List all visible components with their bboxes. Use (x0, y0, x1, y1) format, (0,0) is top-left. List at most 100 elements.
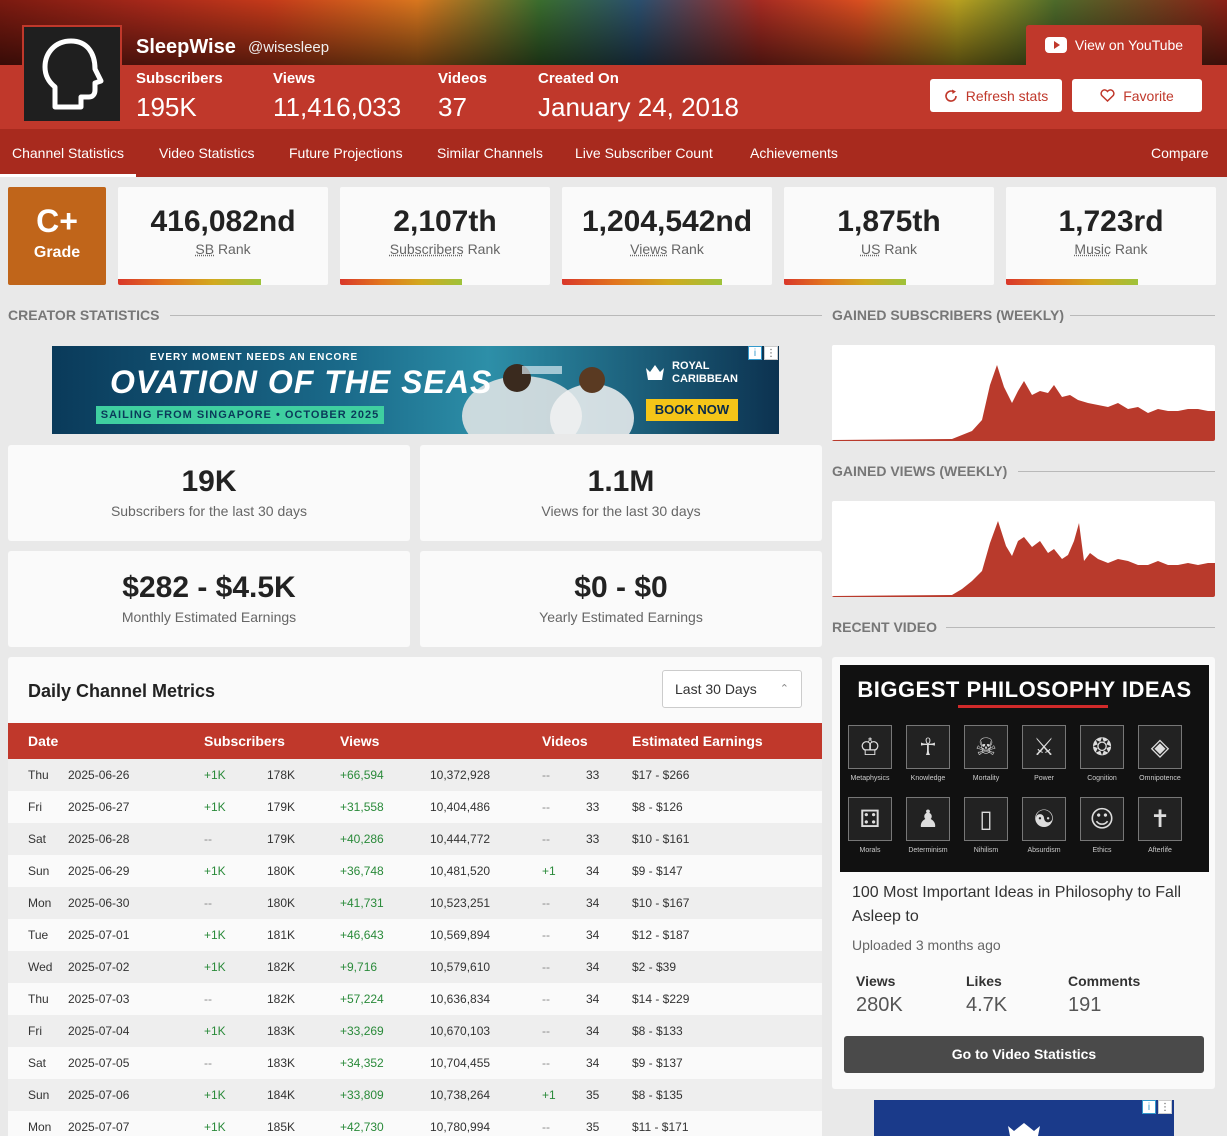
cell-videos: 33 (586, 768, 600, 782)
table-row: Sat 2025-06-28 -- 179K +40,286 10,444,772 -- 33… (8, 823, 822, 855)
video-title[interactable]: 100 Most Important Ideas in Philosophy t… (852, 881, 1192, 929)
rank-suffix: Rank (217, 241, 251, 257)
cell-earn: $17 - $266 (632, 768, 690, 782)
ad-info-icon[interactable]: i (748, 346, 762, 360)
grade-badge: C+ Grade (8, 187, 106, 285)
cell-vid-delta: -- (542, 1120, 550, 1134)
cell-date: 2025-06-28 (68, 832, 130, 846)
ad-brand: ROYAL CARIBBEAN (672, 360, 738, 385)
channel-nav: Channel Statistics Video Statistics Futu… (0, 129, 1227, 177)
rank-key[interactable]: Subscribers (390, 241, 464, 257)
rank-card-music: 1,723rd Music Rank (1006, 187, 1216, 285)
cell-videos: 35 (586, 1120, 600, 1134)
range-select[interactable]: Last 30 Days ⌃ (662, 670, 802, 708)
cell-view-delta: +36,748 (340, 864, 384, 878)
gained-subscribers-area (832, 365, 1215, 441)
cell-views: 10,523,251 (430, 896, 491, 910)
rank-key[interactable]: SB (195, 241, 214, 257)
rank-key[interactable]: US (861, 241, 880, 257)
rank-card-subscribers: 2,107th Subscribers Rank (340, 187, 550, 285)
col-estimated-earnings[interactable]: Estimated Earnings (632, 723, 763, 759)
tab-video-statistics[interactable]: Video Statistics (159, 129, 254, 177)
rank-value: 416,082nd (150, 205, 296, 238)
stat-box-views-30d: 1.1M Views for the last 30 days (420, 445, 822, 541)
tab-achievements[interactable]: Achievements (750, 129, 838, 177)
col-views[interactable]: Views (340, 723, 379, 759)
cell-sub-delta: +1K (204, 864, 226, 878)
rank-label: Subscribers Rank (340, 241, 550, 257)
stat-box-value: $282 - $4.5K (122, 571, 296, 604)
tab-channel-statistics[interactable]: Channel Statistics (0, 129, 137, 177)
philosophy-tile-icon: ◈ (1138, 725, 1182, 769)
rank-key[interactable]: Music (1074, 241, 1111, 257)
philosophy-tile-icon: ❂ (1080, 725, 1124, 769)
updown-chevron-icon: ⌃ (779, 683, 789, 695)
col-subscribers[interactable]: Subscribers (204, 723, 285, 759)
channel-handle: @wisesleep (248, 39, 330, 56)
thumbnail-title: BIGGEST PHILOSOPHY IDEAS (857, 677, 1192, 702)
philosophy-tile-icon: ☺ (1080, 797, 1124, 841)
advertisement-banner[interactable]: EVERY MOMENT NEEDS AN ENCORE OVATION OF … (52, 346, 779, 434)
ad-options-icon[interactable]: ⋮ (764, 346, 778, 360)
video-uploaded: Uploaded 3 months ago (852, 937, 1001, 953)
philosophy-tile-icon: ☠ (964, 725, 1008, 769)
table-row: Tue 2025-07-01 +1K 181K +46,643 10,569,894 -- 3… (8, 919, 822, 951)
cell-views: 10,738,264 (430, 1088, 491, 1102)
ad-options-icon[interactable]: ⋮ (1158, 1100, 1172, 1114)
rank-key[interactable]: Views (630, 241, 667, 257)
cell-subs: 185K (267, 1120, 296, 1134)
go-to-video-statistics-button[interactable]: Go to Video Statistics (844, 1036, 1204, 1073)
table-row: Fri 2025-06-27 +1K 179K +31,558 10,404,486 -- 3… (8, 791, 822, 823)
tab-future-projections[interactable]: Future Projections (289, 129, 403, 177)
cell-day: Mon (28, 896, 52, 910)
tab-similar-channels[interactable]: Similar Channels (437, 129, 543, 177)
tab-compare[interactable]: Compare (1151, 129, 1209, 177)
channel-avatar[interactable] (22, 25, 122, 123)
cell-subs: 182K (267, 960, 296, 974)
video-thumbnail[interactable]: BIGGEST PHILOSOPHY IDEAS ♔ Metaphysics ☥ Kn… (840, 665, 1209, 872)
cell-view-delta: +9,716 (340, 960, 378, 974)
cell-views: 10,481,520 (430, 864, 491, 878)
col-videos[interactable]: Videos (542, 723, 588, 759)
crown-anchor-icon (1008, 1123, 1040, 1136)
cell-vid-delta: -- (542, 832, 550, 846)
cell-date: 2025-07-07 (68, 1120, 130, 1134)
rank-progress-bar (1006, 279, 1139, 285)
cell-videos: 34 (586, 864, 600, 878)
col-date[interactable]: Date (28, 723, 58, 759)
cell-day: Sun (28, 864, 50, 878)
video-comments-label: Comments (1068, 973, 1141, 989)
cell-day: Sat (28, 832, 47, 846)
philosophy-tile-icon: ☯ (1022, 797, 1066, 841)
philosophy-tile-caption: Absurdism (1027, 847, 1061, 854)
philosophy-tile-caption: Omnipotence (1139, 775, 1181, 782)
cell-subs: 182K (267, 992, 296, 1006)
cell-vid-delta: -- (542, 992, 550, 1006)
table-row: Thu 2025-07-03 -- 182K +57,224 10,636,834 -- 34… (8, 983, 822, 1015)
cell-view-delta: +41,731 (340, 896, 384, 910)
advertisement-banner-bottom[interactable]: i ⋮ (874, 1100, 1174, 1136)
cell-earn: $10 - $161 (632, 832, 690, 846)
favorite-button[interactable]: Favorite (1072, 79, 1202, 112)
philosophy-tile-caption: Cognition (1087, 775, 1117, 782)
creator-statistics-heading: CREATOR STATISTICS (8, 307, 160, 323)
philosophy-tile-caption: Mortality (972, 775, 1000, 782)
cell-subs: 179K (267, 800, 296, 814)
ad-info-icon[interactable]: i (1142, 1100, 1156, 1114)
views-label: Views (273, 70, 316, 87)
rank-progress-bar (118, 279, 261, 285)
tab-live-subscriber-count[interactable]: Live Subscriber Count (575, 129, 713, 177)
rank-card-us: 1,875th US Rank (784, 187, 994, 285)
cell-videos: 34 (586, 928, 600, 942)
ad-book-now-button[interactable]: BOOK NOW (646, 399, 738, 421)
rank-label: US Rank (784, 241, 994, 257)
view-on-youtube-button[interactable]: View on YouTube (1026, 25, 1202, 65)
cell-sub-delta: +1K (204, 800, 226, 814)
view-on-youtube-label: View on YouTube (1074, 37, 1184, 53)
refresh-stats-button[interactable]: Refresh stats (930, 79, 1062, 112)
thumbnail-underline (958, 705, 1108, 708)
ad-tagline: EVERY MOMENT NEEDS AN ENCORE (150, 352, 359, 363)
cell-day: Wed (28, 960, 53, 974)
cell-sub-delta: +1K (204, 768, 226, 782)
gained-views-area (832, 521, 1215, 597)
